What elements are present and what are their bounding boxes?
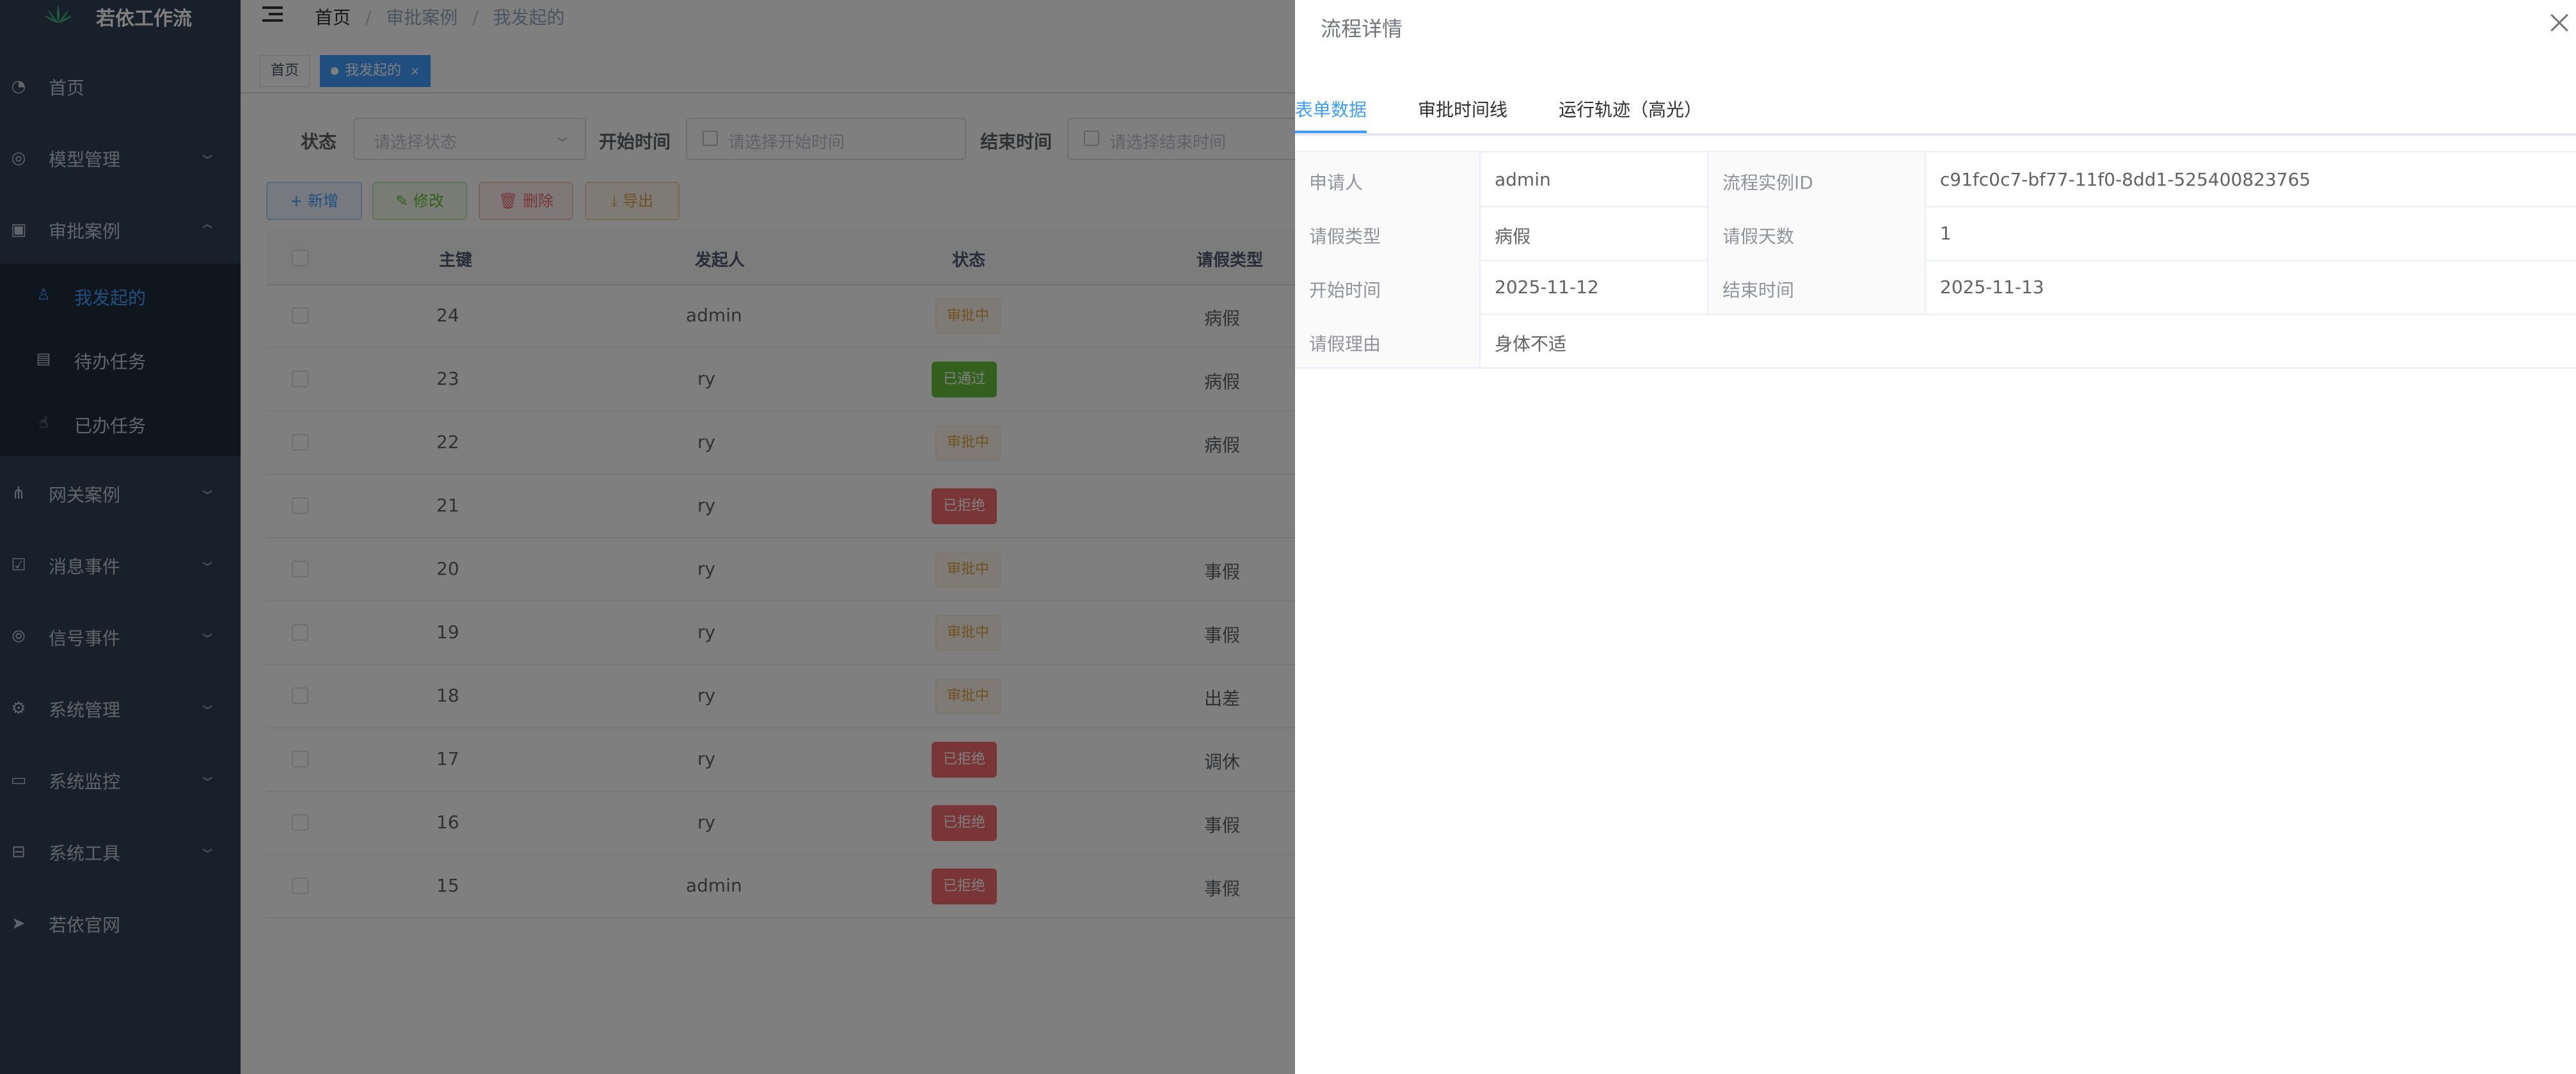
- desc-label: 流程实例ID: [1708, 152, 1926, 206]
- applicant-label: 申请人: [1309, 172, 1364, 193]
- desc-label: 请假天数: [1708, 206, 1926, 260]
- close-icon[interactable]: [2545, 8, 2576, 38]
- applicant-value: admin: [1495, 169, 1551, 190]
- instance-id-label: 流程实例ID: [1722, 172, 1813, 193]
- process-detail-drawer: 流程详情 表单数据 审批时间线 运行轨迹（高光） 申请人 admin 流程实例I…: [1295, 0, 2576, 1074]
- tab-approval-timeline[interactable]: 审批时间线: [1418, 96, 1507, 122]
- start-time-label: 开始时间: [1309, 280, 1381, 301]
- reason-label: 请假理由: [1309, 333, 1381, 355]
- instance-id-value: c91fc0c7-bf77-11f0-8dd1-525400823765: [1940, 169, 2311, 190]
- desc-row: 请假理由 身体不适: [1295, 314, 2576, 369]
- desc-value: admin: [1481, 152, 1708, 206]
- desc-value: 2025-11-12: [1481, 260, 1708, 314]
- end-time-label: 结束时间: [1722, 280, 1795, 301]
- leave-type-value: 病假: [1495, 226, 1531, 247]
- tab-active-indicator: [1295, 131, 1367, 133]
- leave-type-label: 请假类型: [1309, 226, 1381, 247]
- drawer-tabs: 表单数据 审批时间线 运行轨迹（高光）: [1295, 90, 2576, 136]
- drawer-title: 流程详情: [1321, 17, 1403, 41]
- tab-run-trace[interactable]: 运行轨迹（高光）: [1559, 96, 1702, 122]
- tab-form-data[interactable]: 表单数据: [1295, 96, 1367, 122]
- desc-row: 开始时间 2025-11-12 结束时间 2025-11-13: [1295, 260, 2576, 315]
- leave-days-label: 请假天数: [1722, 226, 1795, 247]
- start-time-value: 2025-11-12: [1495, 277, 1599, 298]
- leave-days-value: 1: [1940, 223, 1952, 244]
- desc-value: 病假: [1481, 206, 1708, 260]
- desc-row: 请假类型 病假 请假天数 1: [1295, 206, 2576, 261]
- desc-value: 2025-11-13: [1926, 260, 2576, 314]
- desc-row: 申请人 admin 流程实例ID c91fc0c7-bf77-11f0-8dd1…: [1295, 152, 2576, 207]
- desc-label: 请假类型: [1295, 206, 1481, 260]
- desc-label: 申请人: [1295, 152, 1481, 206]
- drawer-mask[interactable]: [0, 0, 1295, 1074]
- desc-value: 1: [1926, 206, 2576, 260]
- desc-label: 结束时间: [1708, 260, 1926, 314]
- desc-value: c91fc0c7-bf77-11f0-8dd1-525400823765: [1926, 152, 2576, 206]
- desc-label: 开始时间: [1295, 260, 1481, 314]
- desc-label: 请假理由: [1295, 314, 1481, 367]
- form-descriptions: 申请人 admin 流程实例ID c91fc0c7-bf77-11f0-8dd1…: [1295, 151, 2576, 369]
- desc-value: 身体不适: [1481, 314, 2576, 367]
- end-time-value: 2025-11-13: [1940, 277, 2044, 298]
- reason-value: 身体不适: [1495, 333, 1567, 355]
